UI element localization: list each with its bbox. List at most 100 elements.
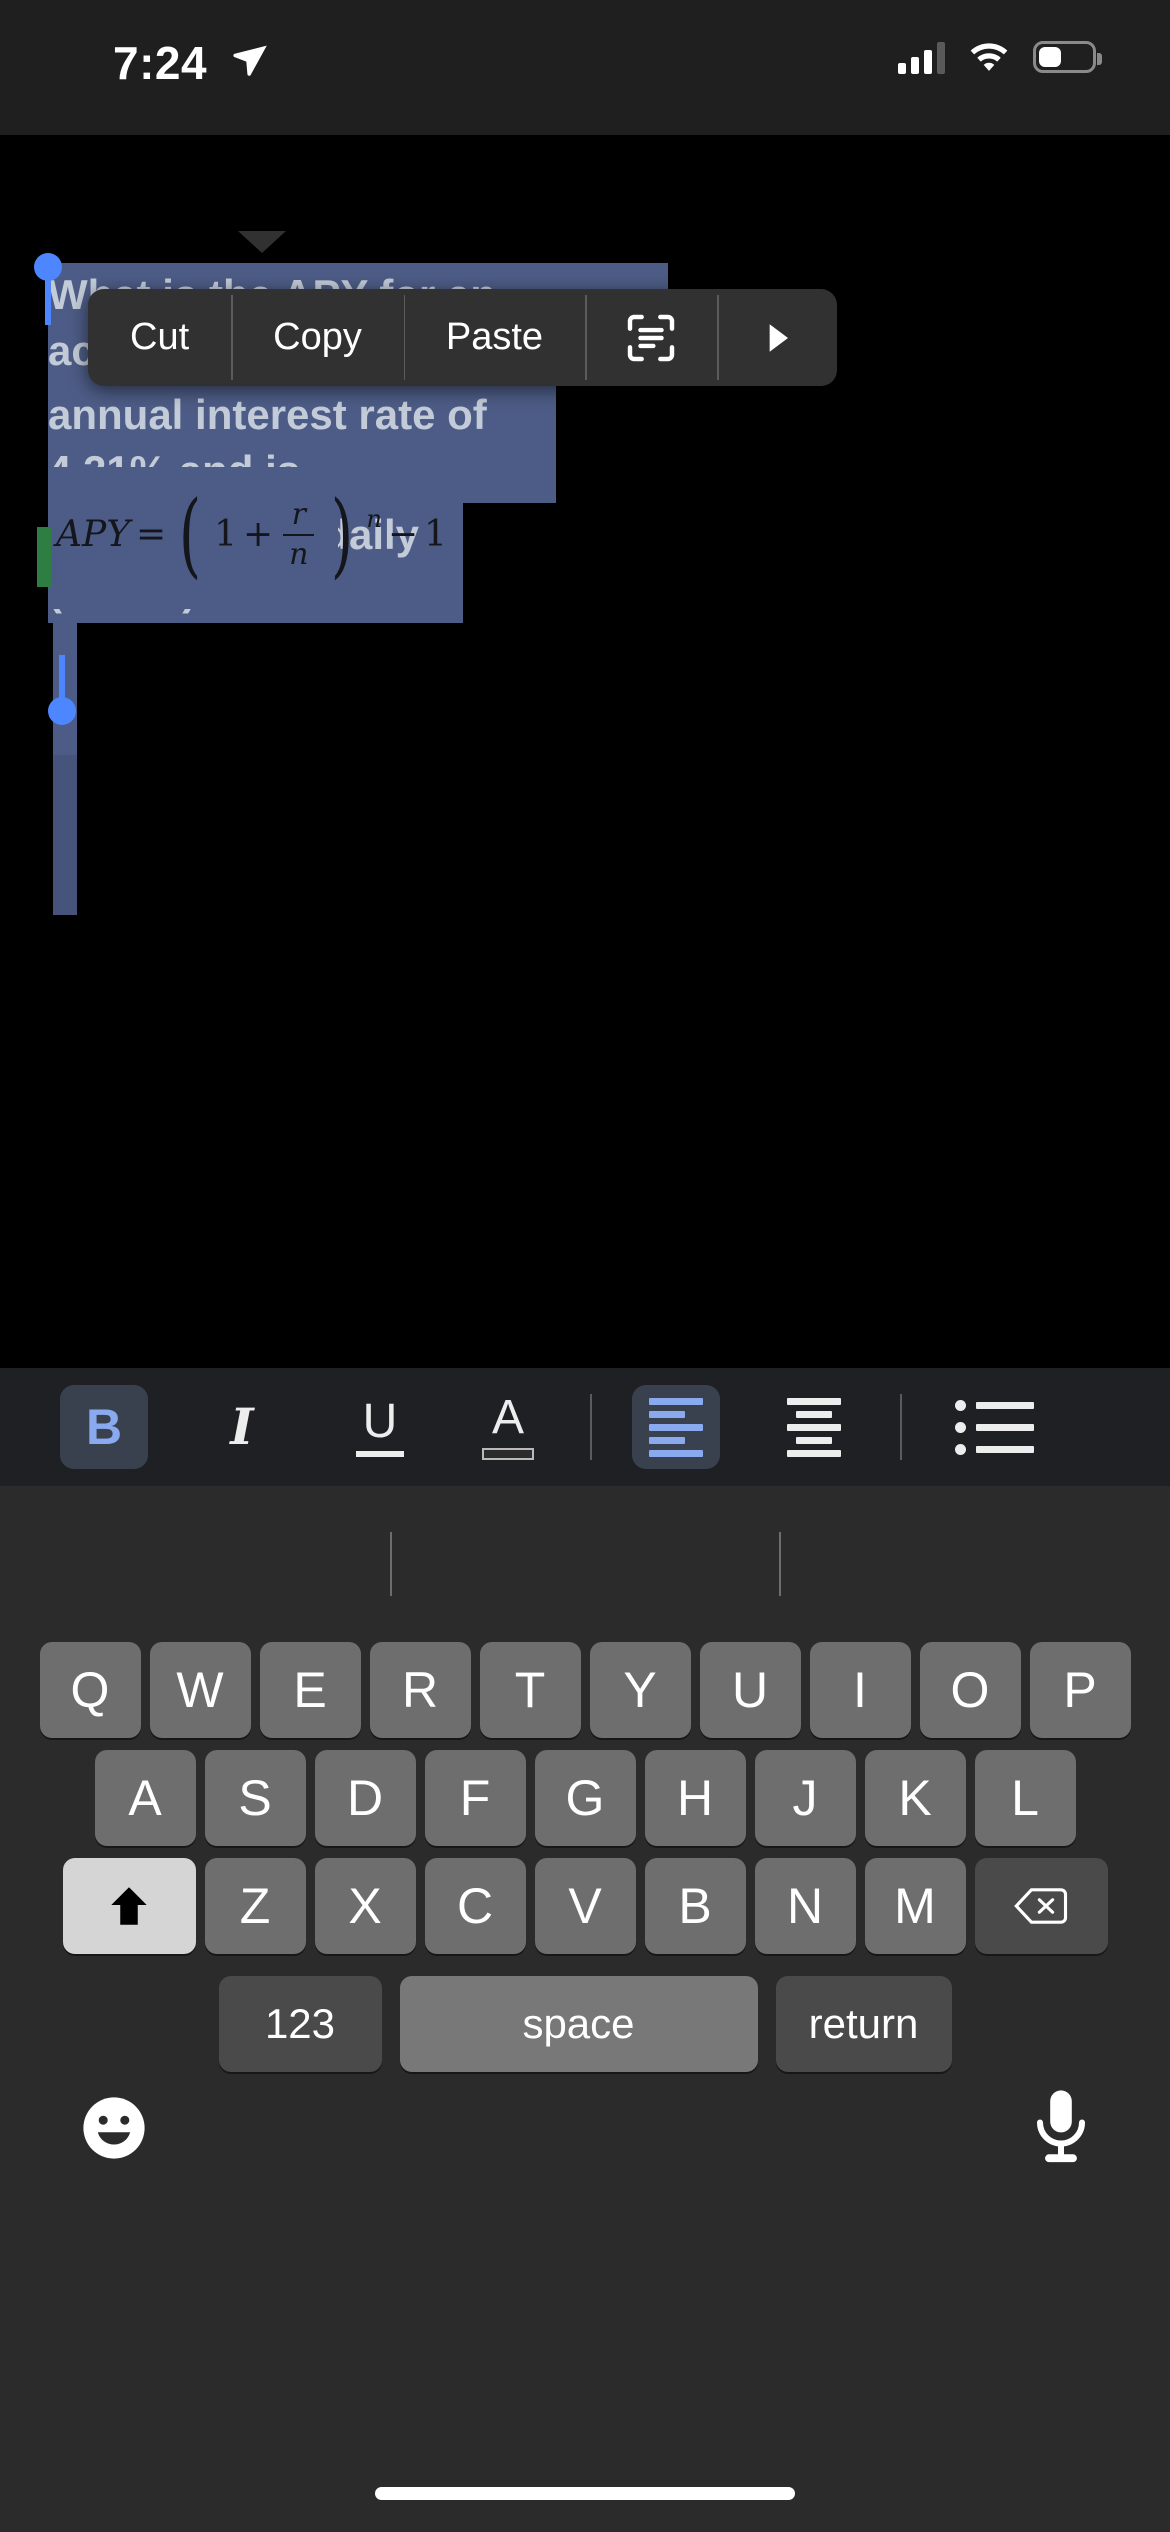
selection-handle-start-stem [45,273,51,325]
context-menu-item-cut[interactable]: Cut [88,289,231,386]
key-x[interactable]: X [314,1858,416,1954]
format-toolbar[interactable]: B I U A [0,1368,1170,1486]
location-arrow-icon [233,45,267,76]
shift-key[interactable] [62,1858,196,1954]
status-indicators [898,40,1102,74]
key-q[interactable]: Q [39,1642,141,1738]
text-color-swatch [482,1448,534,1460]
emoji-smiley-icon [83,2097,145,2159]
chevron-right-icon [769,323,789,352]
text-context-menu[interactable]: Cut Copy Paste [88,289,838,386]
key-i[interactable]: I [809,1642,911,1738]
key-g[interactable]: G [534,1750,636,1846]
bold-button[interactable]: B [60,1385,148,1469]
return-key[interactable]: return [775,1976,952,2072]
keyboard-row-1: Q W E R T Y U I O P [0,1642,1170,1738]
shift-arrow-icon [111,1887,147,1925]
key-j[interactable]: J [754,1750,856,1846]
key-z[interactable]: Z [204,1858,306,1954]
key-v[interactable]: V [534,1858,636,1954]
key-c[interactable]: C [424,1858,526,1954]
prediction-divider-2 [779,1532,781,1596]
copy-label: Copy [273,316,362,358]
formula-equals: = [136,514,167,555]
emoji-key[interactable] [78,2092,150,2169]
toolbar-divider-1 [590,1394,592,1460]
context-menu-pointer [238,231,286,253]
italic-button[interactable]: I [198,1385,286,1469]
formula-fraction: r n [283,499,315,572]
formula-minus: − [387,514,419,555]
backspace-key[interactable] [974,1858,1108,1954]
key-n[interactable]: N [754,1858,856,1954]
key-o[interactable]: O [919,1642,1021,1738]
key-r[interactable]: R [369,1642,471,1738]
key-e[interactable]: E [259,1642,361,1738]
context-menu-item-copy[interactable]: Copy [231,289,404,386]
formula-fraction-bar [283,533,315,536]
key-a[interactable]: A [94,1750,196,1846]
key-y[interactable]: Y [589,1642,691,1738]
status-bar: 7:24 [0,0,1170,135]
green-revision-marker [37,527,51,587]
key-b[interactable]: B [644,1858,746,1954]
key-l[interactable]: L [974,1750,1076,1846]
bullet-list-button[interactable] [950,1385,1038,1469]
context-menu-item-more[interactable] [717,289,837,386]
toolbar-divider-2 [900,1394,902,1460]
formula-one: 1 [214,514,237,555]
formula-open-paren: ( [178,480,202,588]
text-color-button[interactable]: A [464,1385,552,1469]
prediction-divider-1 [390,1532,392,1596]
text-color-label: A [491,1391,524,1444]
formula-selection-block[interactable]: APY = ( 1 + r n ) n − 1 [48,467,447,609]
align-center-button[interactable] [770,1385,858,1469]
formula-trailing-one: 1 [424,514,447,555]
paste-label: Paste [445,316,544,358]
bullet-list-icon [954,1399,1034,1455]
dictation-key[interactable] [1030,2088,1092,2171]
align-left-button[interactable] [632,1385,720,1469]
backspace-icon [1014,1888,1068,1924]
selection-handle-end-dot [48,697,76,725]
key-s[interactable]: S [204,1750,306,1846]
text-color-icon: A [482,1394,534,1460]
underline-button[interactable]: U [336,1385,424,1469]
context-menu-item-paste[interactable]: Paste [403,289,585,386]
apy-formula: APY = ( 1 + r n ) n − 1 [56,480,447,588]
key-p[interactable]: P [1029,1642,1131,1738]
formula-close-paren: ) [331,480,354,588]
key-u[interactable]: U [699,1642,801,1738]
key-w[interactable]: W [149,1642,251,1738]
phone-screen: 7:24 Cut Copy Paste annual interest rate… [0,0,1170,2532]
key-t[interactable]: T [479,1642,581,1738]
key-k[interactable]: K [864,1750,966,1846]
align-center-icon [787,1397,841,1457]
space-key[interactable]: space [399,1976,758,2072]
selection-column-lower [53,755,77,915]
context-menu-item-scan-text[interactable] [585,289,717,386]
wifi-icon [970,43,1008,71]
formula-exponent: n [366,504,382,533]
selection-handle-start[interactable] [34,253,62,325]
cellular-signal-icon [898,40,945,74]
status-time: 7:24 [113,37,208,89]
onscreen-keyboard[interactable]: Q W E R T Y U I O P A S D F G H J K L Z … [0,1486,1170,2532]
home-indicator[interactable] [375,2487,795,2500]
keyboard-bottom-bar [0,2072,1170,2202]
key-f[interactable]: F [424,1750,526,1846]
italic-label: I [230,1397,254,1456]
formula-lhs: APY [56,514,130,555]
keyboard-row-4: 123 space return [0,1976,1170,2072]
keyboard-row-2: A S D F G H J K L [0,1750,1170,1846]
formula-plus: + [242,514,274,555]
scan-text-icon [627,314,675,361]
align-left-icon [649,1397,703,1457]
key-h[interactable]: H [644,1750,746,1846]
key-d[interactable]: D [314,1750,416,1846]
formula-denominator: n [289,536,309,572]
document-canvas[interactable]: Cut Copy Paste annual interest rate of d… [0,135,1170,1368]
predictive-text-bar[interactable] [0,1486,1170,1642]
key-m[interactable]: M [864,1858,966,1954]
numbers-key[interactable]: 123 [218,1976,382,2072]
